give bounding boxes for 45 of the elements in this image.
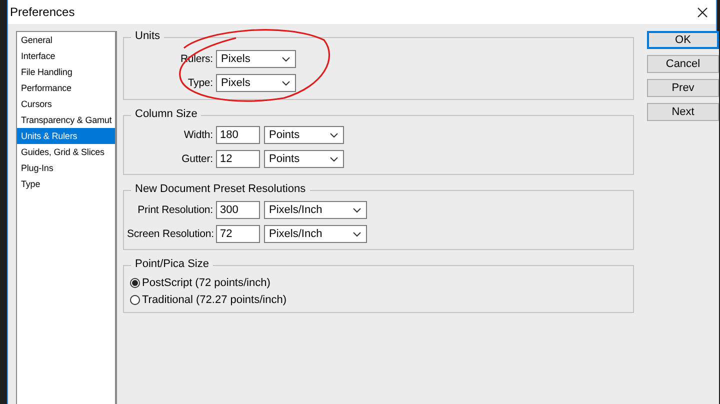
field-label: Print Resolution: bbox=[136, 204, 213, 216]
dialog-button[interactable]: OK bbox=[647, 31, 719, 49]
field-label: Gutter: bbox=[180, 153, 213, 165]
dialog-button[interactable]: Next bbox=[647, 103, 719, 121]
group-title: Point/Pica Size bbox=[131, 258, 213, 270]
dropdown[interactable]: Pixels/Inch bbox=[264, 225, 367, 243]
chevron-icon bbox=[282, 80, 290, 86]
chevron-icon bbox=[353, 232, 361, 236]
chevron-icon bbox=[330, 132, 338, 138]
field-label: Screen Resolution: bbox=[127, 228, 213, 240]
group-title: New Document Preset Resolutions bbox=[131, 183, 310, 195]
close-icon[interactable] bbox=[697, 6, 708, 18]
dialog-button[interactable]: Prev bbox=[647, 79, 719, 97]
dropdown[interactable]: Points bbox=[264, 150, 344, 168]
field-label: Width: bbox=[182, 129, 213, 141]
sidebar-item[interactable]: Plug-Ins bbox=[17, 160, 115, 176]
sidebar-item[interactable]: Type bbox=[17, 176, 115, 192]
radio-label: PostScript (72 points/inch) bbox=[142, 276, 270, 288]
input-field[interactable]: 300 bbox=[216, 201, 260, 219]
dialog-button[interactable]: Cancel bbox=[647, 55, 719, 73]
radio-label: Traditional (72.27 points/inch) bbox=[142, 294, 287, 306]
sidebar-item[interactable]: Cursors bbox=[17, 96, 115, 112]
sidebar-item[interactable]: Transparency & Gamut bbox=[17, 112, 115, 128]
input-field[interactable]: 12 bbox=[216, 150, 260, 168]
input-field[interactable]: 72 bbox=[216, 225, 260, 243]
radio-button[interactable] bbox=[130, 294, 140, 304]
radio-button[interactable] bbox=[130, 278, 140, 288]
chevron-icon bbox=[353, 208, 361, 212]
sidebar-item[interactable]: General bbox=[17, 32, 115, 48]
dropdown[interactable]: Pixels bbox=[216, 74, 296, 92]
group-title: Units bbox=[131, 30, 164, 42]
sidebar-item[interactable]: Guides, Grid & Slices bbox=[17, 144, 115, 160]
sidebar-item[interactable]: File Handling bbox=[17, 64, 115, 80]
chevron-icon bbox=[330, 156, 338, 162]
dropdown[interactable]: Pixels/Inch bbox=[264, 201, 367, 219]
chevron-icon bbox=[282, 56, 290, 62]
sidebar-item[interactable]: Interface bbox=[17, 48, 115, 64]
dropdown[interactable]: Pixels bbox=[216, 50, 296, 68]
input-field[interactable]: 180 bbox=[216, 126, 260, 144]
window-title: Preferences bbox=[10, 5, 75, 19]
field-label: Type: bbox=[186, 77, 213, 89]
sidebar-item[interactable]: Units & Rulers bbox=[17, 128, 115, 144]
sidebar-item[interactable]: Performance bbox=[17, 80, 115, 96]
group-title: Column Size bbox=[131, 108, 202, 120]
dropdown[interactable]: Points bbox=[264, 126, 344, 144]
